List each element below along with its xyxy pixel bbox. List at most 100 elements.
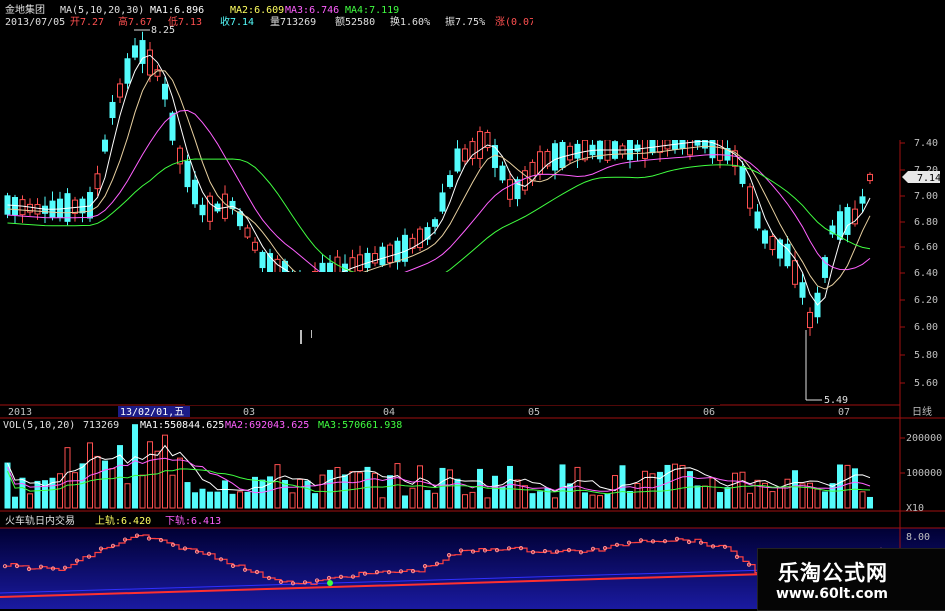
watermark: 乐淘公式网 www.60lt.com xyxy=(757,548,945,611)
candle-body xyxy=(469,141,476,159)
time-label-04: 04 xyxy=(383,407,395,418)
volume-bar xyxy=(829,483,836,509)
candle-body xyxy=(507,179,513,200)
candle-body xyxy=(769,235,776,251)
candle-body xyxy=(439,192,446,212)
candle-body xyxy=(139,40,146,64)
volume-bar xyxy=(522,485,528,509)
candle-body xyxy=(19,199,26,216)
volume-header: VOL(5,10,20) 713269 MA1:550844.625 MA2:6… xyxy=(3,420,402,431)
candle-body xyxy=(447,175,453,187)
ma4-value: MA4:7.119 xyxy=(345,5,399,16)
bar-date: 2013/07/05 xyxy=(5,17,65,28)
low-annotation: 5.49 xyxy=(805,330,848,406)
volume-bar xyxy=(42,480,48,509)
volume-bar xyxy=(334,466,341,509)
price-label: 7.40 xyxy=(914,138,938,149)
volume-bar xyxy=(357,472,363,509)
candle-body xyxy=(207,195,213,222)
svg-text:7.14: 7.14 xyxy=(917,173,941,184)
candle-body xyxy=(162,83,168,100)
volume-bar xyxy=(94,455,101,509)
volume-bar xyxy=(732,472,738,509)
candle-body xyxy=(499,165,506,181)
candle-body xyxy=(402,234,408,262)
volume-bar xyxy=(582,492,588,509)
volume-bar xyxy=(342,474,348,509)
candle-body xyxy=(364,252,371,269)
indicator-signal-dot xyxy=(327,580,333,586)
time-label-03: 03 xyxy=(243,407,255,418)
candle-body xyxy=(747,186,753,209)
volume-bar xyxy=(72,472,78,509)
price-label: 7.00 xyxy=(914,191,938,202)
candle-body xyxy=(634,144,641,152)
volume-bar xyxy=(604,493,611,509)
candle-body xyxy=(72,199,78,214)
volume-bar xyxy=(214,491,221,509)
candle-body xyxy=(664,139,671,150)
volume-bar xyxy=(244,491,251,509)
amount-value: 额52580 xyxy=(335,15,375,28)
volume-bar xyxy=(289,492,296,509)
candle-body xyxy=(582,139,588,161)
volume-bar xyxy=(139,474,146,509)
volume-bar xyxy=(844,464,851,509)
volume-bar xyxy=(199,488,206,509)
candle-body xyxy=(567,145,573,161)
svg-text:MA1:550844.625: MA1:550844.625 xyxy=(140,420,224,431)
candle-body xyxy=(394,240,401,263)
volume-axis: 200000 100000 X10 xyxy=(900,433,942,514)
volume-bar xyxy=(642,470,648,509)
candle-body xyxy=(349,257,356,273)
volume-bar xyxy=(739,471,746,509)
volume-bar xyxy=(304,480,311,509)
candle-body xyxy=(147,49,153,76)
candle-body xyxy=(192,179,198,205)
volume-bar xyxy=(327,469,333,509)
volume-bar xyxy=(409,487,416,509)
volume-bar xyxy=(724,487,731,509)
volume-bar xyxy=(792,470,798,509)
time-label-2013: 2013 xyxy=(8,407,32,418)
open-value: 开7.27 xyxy=(70,17,104,28)
candle-body xyxy=(754,211,761,229)
volume-bar xyxy=(424,490,431,509)
watermark-title: 乐淘公式网 xyxy=(778,561,888,585)
candle-body xyxy=(559,141,566,169)
volume-bar xyxy=(387,475,393,509)
volume-bar xyxy=(274,464,281,509)
volume-bar xyxy=(514,479,521,509)
volume-bar xyxy=(19,477,26,509)
volume-value: 量713269 xyxy=(270,16,316,28)
svg-text:713269: 713269 xyxy=(83,420,119,431)
candle-body xyxy=(867,173,873,182)
volume-bar xyxy=(297,478,303,509)
candle-body xyxy=(844,207,851,235)
volume-bar xyxy=(259,479,266,509)
candle-body xyxy=(807,311,813,329)
ma1-value: MA1:6.896 xyxy=(150,5,204,16)
price-label: 5.60 xyxy=(914,378,938,389)
volume-bar xyxy=(439,467,446,509)
candle-body xyxy=(109,101,116,119)
period-label[interactable]: 日线 xyxy=(912,405,932,418)
volume-bar xyxy=(499,486,506,509)
volume-bar xyxy=(709,477,716,509)
candle-body xyxy=(259,251,266,269)
stock-chart[interactable]: 金地集团 MA(5,10,20,30) MA1:6.896 MA2:6.609 … xyxy=(0,0,945,609)
svg-text:MA3:570661.938: MA3:570661.938 xyxy=(318,420,402,431)
volume-bar xyxy=(64,447,71,509)
volume-bar xyxy=(477,468,483,509)
candle-body xyxy=(387,244,393,263)
current-price-tag: 7.14 xyxy=(902,171,941,184)
high-value: 高7.67 xyxy=(118,15,152,28)
price-label: 6.00 xyxy=(914,322,938,333)
volume-bar xyxy=(12,496,18,509)
volume-bar xyxy=(747,492,753,509)
candle-body xyxy=(762,230,768,244)
volume-bar xyxy=(417,465,423,509)
candle-body xyxy=(199,204,206,216)
svg-text:上轨:6.420: 上轨:6.420 xyxy=(95,514,151,527)
volume-bar xyxy=(537,491,543,509)
